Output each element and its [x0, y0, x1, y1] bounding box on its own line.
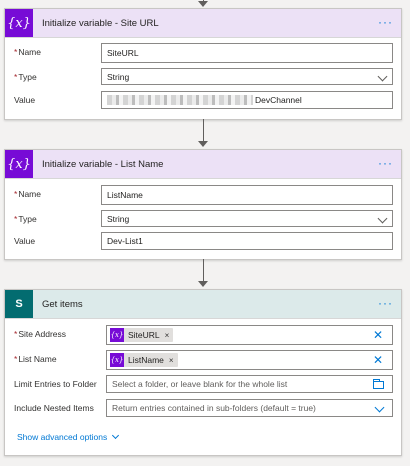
card-title: Get items [42, 298, 83, 310]
required-marker: * [14, 354, 18, 364]
show-advanced-options-link[interactable]: Show advanced options [17, 431, 120, 442]
remove-token-icon[interactable]: × [165, 331, 170, 340]
list-name-input[interactable]: {x} ListName × ✕ [106, 350, 393, 370]
type-value: String [107, 71, 130, 82]
show-advanced-options-label: Show advanced options [17, 432, 108, 442]
more-options-icon[interactable]: ··· [378, 157, 393, 169]
card-header[interactable]: S Get items ··· [5, 290, 401, 319]
limit-folder-placeholder: Select a folder, or leave blank for the … [112, 379, 288, 389]
initialize-variable-site-url-card: {x} Initialize variable - Site URL ··· *… [4, 8, 402, 120]
type-label-text: Type [18, 72, 37, 82]
name-row: *Name ListName [5, 185, 401, 207]
limit-folder-row: Limit Entries to Folder Select a folder,… [5, 375, 401, 397]
card-header[interactable]: {x} Initialize variable - List Name ··· [5, 150, 401, 179]
type-dropdown[interactable]: String [101, 68, 393, 85]
list-name-row: *List Name {x} ListName × ✕ [5, 350, 401, 372]
value-value: Dev-List1 [107, 236, 143, 246]
variable-icon: {x} [110, 328, 124, 342]
clear-icon[interactable]: ✕ [373, 353, 383, 367]
name-label: *Name [14, 47, 41, 57]
name-value: ListName [107, 190, 143, 200]
nested-items-row: Include Nested Items Return entries cont… [5, 399, 401, 421]
value-label: Value [14, 95, 36, 105]
initialize-variable-list-name-card: {x} Initialize variable - List Name ··· … [4, 149, 402, 260]
limit-folder-input[interactable]: Select a folder, or leave blank for the … [106, 375, 393, 393]
token-label: ListName [128, 355, 164, 365]
type-row: *Type String [5, 68, 401, 90]
value-input[interactable]: DevChannel [101, 91, 393, 109]
site-address-label-text: Site Address [18, 329, 67, 339]
required-marker: * [14, 329, 18, 339]
type-value: String [107, 213, 130, 224]
more-options-icon[interactable]: ··· [378, 297, 393, 309]
type-label: *Type [14, 214, 37, 224]
redacted-url [107, 95, 253, 105]
value-input[interactable]: Dev-List1 [101, 232, 393, 250]
limit-folder-label: Limit Entries to Folder [14, 379, 97, 389]
name-value: SiteURL [107, 48, 139, 58]
name-label: *Name [14, 189, 41, 199]
nested-items-dropdown[interactable]: Return entries contained in sub-folders … [106, 399, 393, 417]
variable-icon: {x} [5, 9, 33, 37]
siteurl-token[interactable]: {x} SiteURL × [110, 328, 174, 342]
variable-icon: {x} [5, 150, 33, 178]
name-input[interactable]: ListName [101, 185, 393, 205]
card-header[interactable]: {x} Initialize variable - Site URL ··· [5, 9, 401, 38]
chevron-down-icon [377, 71, 388, 82]
name-label-text: Name [18, 47, 41, 57]
site-address-row: *Site Address {x} SiteURL × ✕ [5, 325, 401, 347]
clear-icon[interactable]: ✕ [373, 328, 383, 342]
value-label: Value [14, 236, 36, 246]
more-options-icon[interactable]: ··· [378, 16, 393, 28]
nested-items-label: Include Nested Items [14, 403, 94, 413]
name-label-text: Name [18, 189, 41, 199]
connector-arrow [198, 141, 208, 147]
card-title: Initialize variable - List Name [42, 158, 164, 170]
chevron-down-icon [374, 402, 385, 413]
list-name-label: *List Name [14, 354, 57, 364]
type-label: *Type [14, 72, 37, 82]
required-marker: * [14, 72, 18, 82]
token-label: SiteURL [128, 330, 160, 340]
type-label-text: Type [18, 214, 37, 224]
value-row: Value Dev-List1 [5, 232, 401, 254]
name-row: *Name SiteURL [5, 43, 401, 65]
listname-token[interactable]: {x} ListName × [110, 353, 178, 367]
connector-arrow [198, 281, 208, 287]
folder-icon[interactable] [373, 379, 384, 389]
name-input[interactable]: SiteURL [101, 43, 393, 63]
value-row: Value DevChannel [5, 91, 401, 113]
site-address-input[interactable]: {x} SiteURL × ✕ [106, 325, 393, 345]
variable-icon: {x} [110, 353, 124, 367]
connector-line [203, 119, 204, 143]
remove-token-icon[interactable]: × [169, 356, 174, 365]
type-dropdown[interactable]: String [101, 210, 393, 227]
chevron-down-icon [112, 431, 120, 440]
sharepoint-icon: S [5, 290, 33, 318]
required-marker: * [14, 189, 18, 199]
chevron-down-icon [377, 213, 388, 224]
type-row: *Type String [5, 210, 401, 232]
list-name-label-text: List Name [18, 354, 57, 364]
site-address-label: *Site Address [14, 329, 66, 339]
card-title: Initialize variable - Site URL [42, 17, 159, 29]
required-marker: * [14, 47, 18, 57]
connector-line [203, 259, 204, 283]
nested-items-value: Return entries contained in sub-folders … [112, 403, 316, 413]
value-suffix: DevChannel [255, 95, 302, 105]
get-items-card: S Get items ··· *Site Address {x} SiteUR… [4, 289, 402, 456]
required-marker: * [14, 214, 18, 224]
top-connector-arrow [198, 1, 208, 7]
